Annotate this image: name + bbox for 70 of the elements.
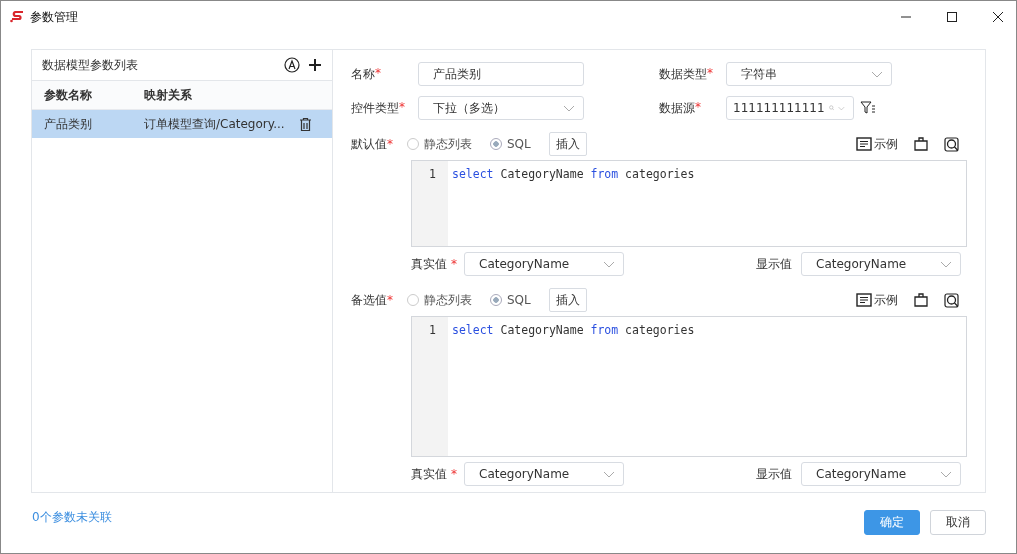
- select-field[interactable]: CategoryName: [801, 252, 961, 276]
- search-icon: [828, 103, 835, 113]
- field-label: 真实值: [411, 255, 447, 273]
- close-icon[interactable]: [992, 11, 1004, 23]
- trash-icon[interactable]: [299, 116, 312, 132]
- select-field[interactable]: CategoryName: [464, 252, 624, 276]
- select-field[interactable]: 字符串: [726, 62, 892, 86]
- field-label: 备选值: [351, 291, 387, 309]
- select-field[interactable]: 下拉（多选）: [418, 96, 584, 120]
- search-icon[interactable]: [944, 292, 959, 308]
- field-label: 显示值: [756, 255, 792, 273]
- column-header: 映射关系: [144, 86, 193, 104]
- required-mark: *: [451, 257, 458, 271]
- maximize-icon[interactable]: [946, 11, 958, 23]
- clipboard-icon[interactable]: [914, 137, 928, 151]
- chevron-down-icon: [563, 104, 575, 112]
- field-label: 数据源: [659, 99, 695, 117]
- select-field[interactable]: CategoryName: [464, 462, 624, 486]
- radio-option[interactable]: SQL: [490, 293, 531, 307]
- radio-option[interactable]: 静态列表: [407, 135, 472, 153]
- chevron-down-icon: [603, 470, 615, 478]
- chevron-down-icon: [603, 260, 615, 268]
- radio-option[interactable]: 静态列表: [407, 291, 472, 309]
- filter-icon[interactable]: [860, 101, 876, 115]
- field-label: 控件类型: [351, 99, 399, 117]
- required-mark: *: [695, 99, 702, 116]
- required-mark: *: [387, 293, 394, 307]
- document-icon: [856, 293, 872, 307]
- required-mark: *: [375, 65, 382, 82]
- add-icon[interactable]: [308, 58, 322, 72]
- required-mark: *: [387, 137, 394, 151]
- column-header: 参数名称: [43, 86, 93, 104]
- unlinked-params-link[interactable]: 0个参数未关联: [32, 509, 112, 526]
- field-label: 显示值: [756, 465, 792, 483]
- example-button[interactable]: 示例: [856, 291, 898, 309]
- chevron-down-icon: [838, 104, 845, 112]
- line-number: 1: [429, 323, 436, 337]
- table-cell-text: 订单模型查询/Category...: [144, 115, 286, 133]
- insert-button[interactable]: 插入: [548, 132, 587, 156]
- code-line: select CategoryName from categories: [452, 323, 695, 337]
- chevron-down-icon: [871, 70, 883, 78]
- field-label: 真实值: [411, 465, 447, 483]
- required-mark: *: [399, 99, 406, 116]
- select-field[interactable]: CategoryName: [801, 462, 961, 486]
- line-number: 1: [429, 167, 436, 181]
- source-field[interactable]: 111111111111: [726, 96, 854, 120]
- field-label: 数据类型: [659, 65, 707, 83]
- search-icon[interactable]: [944, 136, 959, 152]
- circled-letter-icon[interactable]: [284, 57, 300, 73]
- panel-title: 数据模型参数列表: [42, 56, 138, 74]
- required-mark: *: [707, 65, 714, 82]
- name-field[interactable]: 产品类别: [418, 62, 584, 86]
- window-title: 参数管理: [30, 8, 78, 26]
- required-mark: *: [451, 467, 458, 481]
- insert-button[interactable]: 插入: [548, 288, 587, 312]
- field-label: 名称: [351, 65, 375, 83]
- code-editor[interactable]: 1 select CategoryName from categories: [411, 160, 967, 247]
- chevron-down-icon: [940, 470, 952, 478]
- code-editor[interactable]: 1 select CategoryName from categories: [411, 316, 967, 457]
- table-row[interactable]: 产品类别 订单模型查询/Category...: [32, 110, 332, 138]
- code-line: select CategoryName from categories: [452, 167, 695, 181]
- cancel-button[interactable]: 取消: [930, 510, 986, 535]
- field-label: 默认值: [351, 135, 387, 153]
- radio-option[interactable]: SQL: [490, 137, 531, 151]
- table-cell-text: 产品类别: [43, 115, 93, 133]
- document-icon: [856, 137, 872, 151]
- clipboard-icon[interactable]: [914, 293, 928, 307]
- chevron-down-icon: [940, 260, 952, 268]
- logo-icon: [10, 11, 24, 23]
- example-button[interactable]: 示例: [856, 135, 898, 153]
